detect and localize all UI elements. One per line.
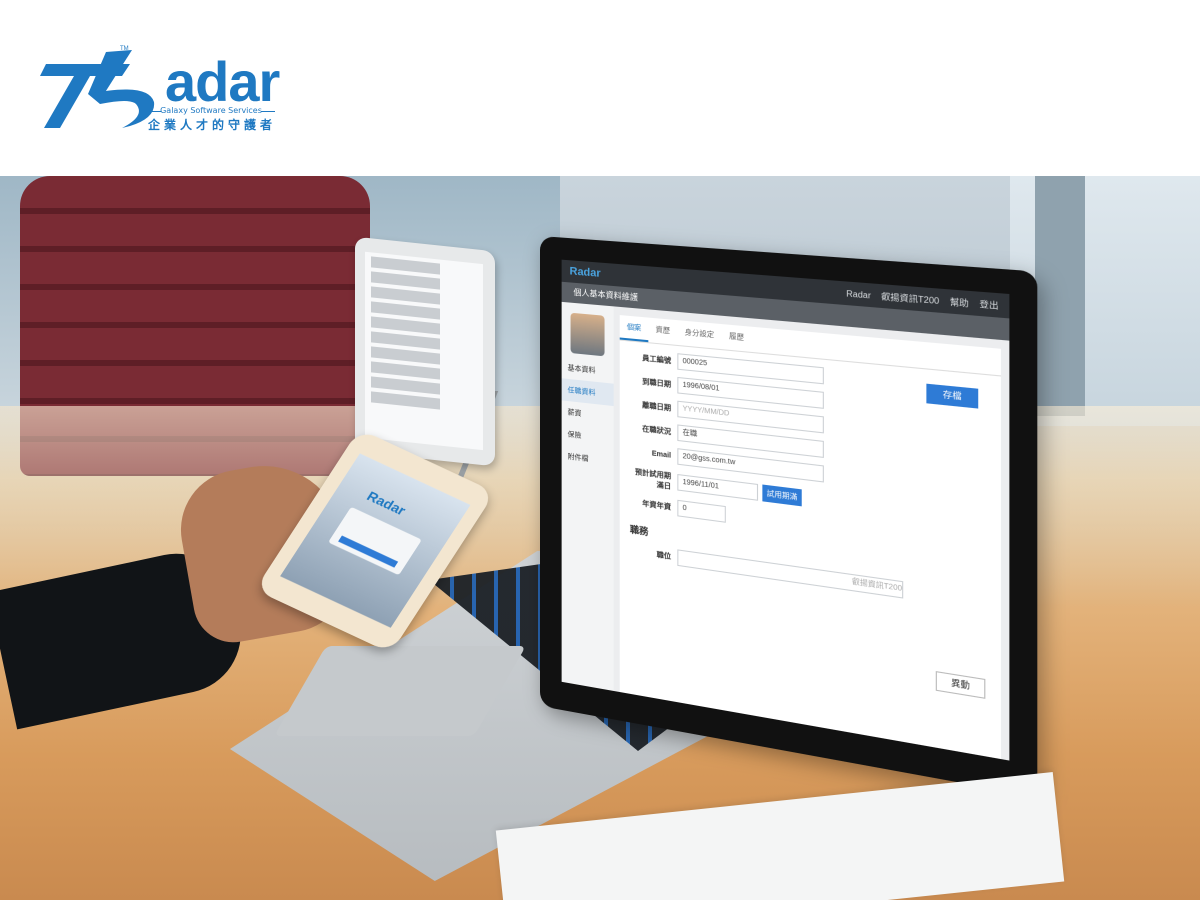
logo-wordmark: adar (165, 50, 280, 113)
hero-photo: Radar Radar 叡揚資訊T200 幫助 登出 個人基本資料維護 基本資料… (0, 176, 1200, 900)
logout-link[interactable]: 登出 (979, 298, 998, 312)
app-main-panel: 個案 資歷 身分設定 履歷 存檔 員工編號 000025 到職日期 1996/0… (619, 315, 1001, 760)
tablet-device (355, 236, 495, 467)
trial-complete-button[interactable]: 試用期滿 (762, 484, 802, 507)
avatar (570, 312, 605, 357)
window-pillar (1035, 176, 1085, 416)
tab-identity[interactable]: 身分設定 (677, 320, 721, 349)
topbar-user-label: Radar (846, 288, 871, 301)
radar-logo: TM adar Galaxy Software Services 企業人才的守護… (38, 42, 280, 134)
tab-case[interactable]: 個案 (619, 315, 649, 343)
logo-tagline: 企業人才的守護者 (148, 118, 277, 132)
hr-app-window: Radar Radar 叡揚資訊T200 幫助 登出 個人基本資料維護 基本資料… (561, 259, 1010, 761)
field-label: 在職狀況 (642, 425, 672, 437)
trial-end-field[interactable]: 1996/11/01 (677, 473, 759, 501)
phone-app-logo: Radar (363, 488, 409, 519)
edit-button[interactable]: 異動 (935, 671, 986, 699)
radar-logo-mark-icon (40, 50, 155, 128)
laptop-screen: Radar Radar 叡揚資訊T200 幫助 登出 個人基本資料維護 基本資料… (540, 236, 1038, 797)
field-label: 到職日期 (642, 378, 672, 389)
field-label: Email (651, 449, 672, 460)
logo-subtitle: Galaxy Software Services (147, 106, 275, 115)
trademark-mark: TM (120, 46, 129, 52)
field-label: 年資年資 (642, 500, 672, 512)
app-brand: Radar (569, 265, 601, 280)
field-label: 離職日期 (642, 402, 672, 413)
field-label: 員工編號 (642, 354, 672, 365)
phone-login-form (328, 506, 422, 576)
tab-resume[interactable]: 履歷 (722, 324, 752, 352)
tab-history[interactable]: 資歷 (648, 318, 677, 345)
page-header: TM adar Galaxy Software Services 企業人才的守護… (0, 0, 1200, 176)
help-link[interactable]: 幫助 (950, 295, 969, 309)
app-sidebar: 基本資料 任職資料 薪資 保險 附件檔 (561, 301, 614, 691)
tablet-screen (365, 251, 483, 451)
phone-login-button[interactable] (338, 535, 399, 568)
field-label: 職位 (656, 551, 672, 561)
field-label: 預計試用期滿日 (635, 468, 672, 491)
user-menu[interactable]: 叡揚資訊T200 (881, 290, 939, 307)
seniority-field[interactable]: 0 (677, 499, 726, 523)
